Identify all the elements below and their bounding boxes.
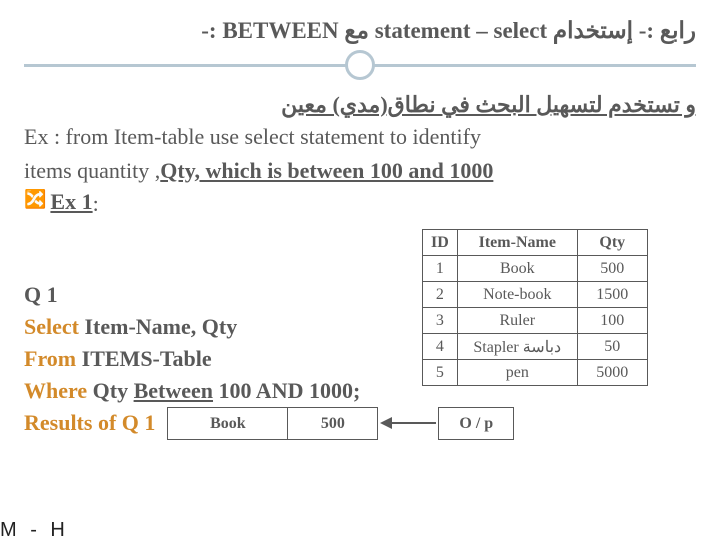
arabic-note: و تستخدم لتسهيل البحث في نطاق(مدي) معين — [24, 92, 696, 118]
slide-title: رابع :- إستخدام statement – select مع -:… — [24, 18, 696, 50]
output-label: O / p — [438, 407, 514, 440]
footer-author: M - H — [0, 519, 69, 542]
example-intro-line1: Ex : from Item-table use select statemen… — [24, 122, 696, 152]
col-name: Item-Name — [457, 230, 577, 256]
table-row: 5pen5000 — [423, 360, 648, 386]
col-qty: Qty — [577, 230, 647, 256]
table-row: 4Stapler دباسة50 — [423, 334, 648, 360]
bullet-icon: 🔀 — [24, 189, 46, 210]
items-table: ID Item-Name Qty 1Book500 2Note-book1500… — [422, 229, 648, 386]
result-table: Book 500 — [167, 407, 378, 440]
ex1-label: Ex 1 — [50, 189, 92, 215]
table-row: 2Note-book1500 — [423, 282, 648, 308]
section-divider — [24, 50, 696, 84]
table-row: 1Book500 — [423, 256, 648, 282]
table-row: 3Ruler100 — [423, 308, 648, 334]
results-label: Results of Q 1 — [24, 407, 155, 439]
col-id: ID — [423, 230, 458, 256]
arrow-left-icon — [378, 408, 438, 438]
example-intro-line2: items quantity ,Qty, which is between 10… — [24, 156, 696, 186]
